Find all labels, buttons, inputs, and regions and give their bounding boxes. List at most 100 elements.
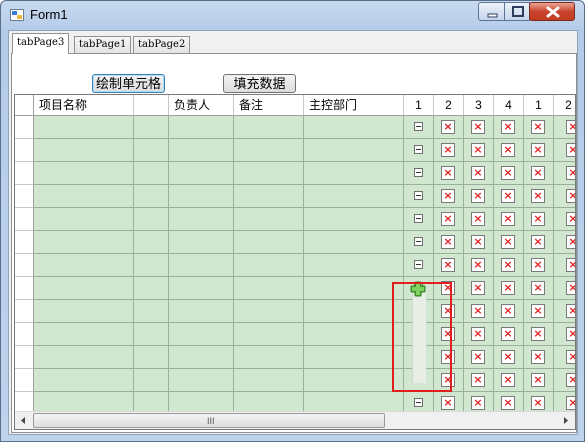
grid-cell[interactable]: × xyxy=(494,208,524,231)
tab-tabpage3[interactable]: tabPage3 xyxy=(12,33,70,54)
row-header[interactable] xyxy=(15,323,34,346)
grid-cell[interactable]: × xyxy=(554,231,575,254)
row-header[interactable] xyxy=(15,392,34,411)
grid-cell[interactable] xyxy=(134,369,169,392)
row-header[interactable] xyxy=(15,346,34,369)
grid-cell[interactable] xyxy=(34,116,134,139)
grid-cell[interactable] xyxy=(34,277,134,300)
collapse-icon[interactable] xyxy=(414,168,423,177)
red-x-icon[interactable]: × xyxy=(566,258,575,272)
grid-cell[interactable]: × xyxy=(554,116,575,139)
grid-cell[interactable]: × xyxy=(554,139,575,162)
red-x-icon[interactable]: × xyxy=(471,396,485,410)
grid-cell[interactable]: × xyxy=(464,323,494,346)
grid-cell[interactable]: × xyxy=(464,139,494,162)
grid-cell[interactable]: × xyxy=(464,369,494,392)
collapse-icon[interactable] xyxy=(414,237,423,246)
grid-cell[interactable] xyxy=(134,323,169,346)
red-x-icon[interactable]: × xyxy=(531,396,545,410)
grid-cell[interactable]: × xyxy=(554,369,575,392)
grid-cell[interactable] xyxy=(169,231,234,254)
grid-cell[interactable] xyxy=(234,323,304,346)
red-x-icon[interactable]: × xyxy=(566,396,575,410)
grid-cell[interactable] xyxy=(169,162,234,185)
grid-cell[interactable] xyxy=(134,116,169,139)
collapse-icon[interactable] xyxy=(414,214,423,223)
grid-cell[interactable] xyxy=(234,185,304,208)
red-x-icon[interactable]: × xyxy=(566,120,575,134)
grid-cell[interactable] xyxy=(169,116,234,139)
grid-cell[interactable] xyxy=(169,139,234,162)
red-x-icon[interactable]: × xyxy=(566,212,575,226)
grid-cell[interactable] xyxy=(34,208,134,231)
grid-cell[interactable] xyxy=(134,392,169,411)
column-header[interactable] xyxy=(134,95,169,116)
grid-cell[interactable]: × xyxy=(554,346,575,369)
grid-cell[interactable] xyxy=(34,300,134,323)
grid-cell[interactable] xyxy=(304,116,404,139)
grid-cell[interactable]: × xyxy=(554,323,575,346)
grid-cell[interactable]: × xyxy=(524,323,554,346)
red-x-icon[interactable]: × xyxy=(531,327,545,341)
red-x-icon[interactable]: × xyxy=(471,120,485,134)
red-x-icon[interactable]: × xyxy=(471,327,485,341)
red-x-icon[interactable]: × xyxy=(501,304,515,318)
column-header[interactable]: 1 xyxy=(404,95,434,116)
red-x-icon[interactable]: × xyxy=(471,212,485,226)
collapse-icon[interactable] xyxy=(414,122,423,131)
red-x-icon[interactable]: × xyxy=(501,396,515,410)
grid-cell[interactable]: × xyxy=(464,162,494,185)
scroll-thumb[interactable]: III xyxy=(33,413,385,428)
red-x-icon[interactable]: × xyxy=(501,373,515,387)
grid-cell[interactable] xyxy=(34,369,134,392)
red-x-icon[interactable]: × xyxy=(441,212,455,226)
grid-cell[interactable]: × xyxy=(554,277,575,300)
grid-cell[interactable] xyxy=(304,392,404,411)
red-x-icon[interactable]: × xyxy=(531,373,545,387)
red-x-icon[interactable]: × xyxy=(531,143,545,157)
grid-cell[interactable] xyxy=(234,369,304,392)
red-x-icon[interactable]: × xyxy=(501,258,515,272)
column-header[interactable]: 负责人 xyxy=(169,95,234,116)
red-x-icon[interactable]: × xyxy=(531,235,545,249)
grid-cell[interactable]: × xyxy=(524,392,554,411)
grid-cell[interactable] xyxy=(134,300,169,323)
row-header[interactable] xyxy=(15,116,34,139)
collapse-icon[interactable] xyxy=(414,145,423,154)
red-x-icon[interactable]: × xyxy=(531,350,545,364)
grid-cell[interactable] xyxy=(304,346,404,369)
grid-cell[interactable] xyxy=(169,277,234,300)
grid-cell[interactable] xyxy=(134,231,169,254)
grid-cell[interactable]: × xyxy=(524,162,554,185)
grid-cell[interactable] xyxy=(169,185,234,208)
row-header[interactable] xyxy=(15,300,34,323)
red-x-icon[interactable]: × xyxy=(441,143,455,157)
fill-data-button[interactable]: 填充数据 xyxy=(223,74,296,93)
grid-cell[interactable] xyxy=(404,116,434,139)
grid-cell[interactable]: × xyxy=(464,277,494,300)
grid-cell[interactable]: × xyxy=(464,392,494,411)
grid-cell[interactable] xyxy=(169,369,234,392)
grid-cell[interactable] xyxy=(34,139,134,162)
column-header[interactable]: 3 xyxy=(464,95,494,116)
red-x-icon[interactable]: × xyxy=(531,120,545,134)
grid-cell[interactable] xyxy=(234,208,304,231)
red-x-icon[interactable]: × xyxy=(441,166,455,180)
grid-cell[interactable] xyxy=(234,392,304,411)
grid-cell[interactable] xyxy=(34,185,134,208)
grid-cell[interactable] xyxy=(169,208,234,231)
grid-cell[interactable] xyxy=(34,346,134,369)
grid-cell[interactable] xyxy=(34,254,134,277)
grid-cell[interactable] xyxy=(234,254,304,277)
grid-cell[interactable] xyxy=(134,208,169,231)
red-x-icon[interactable]: × xyxy=(441,235,455,249)
grid-cell[interactable]: × xyxy=(494,300,524,323)
grid-cell[interactable] xyxy=(134,185,169,208)
collapse-icon[interactable] xyxy=(414,191,423,200)
row-header[interactable] xyxy=(15,369,34,392)
row-header[interactable] xyxy=(15,162,34,185)
grid-cell[interactable]: × xyxy=(494,139,524,162)
grid-cell[interactable] xyxy=(234,300,304,323)
grid-cell[interactable]: × xyxy=(554,208,575,231)
red-x-icon[interactable]: × xyxy=(471,304,485,318)
